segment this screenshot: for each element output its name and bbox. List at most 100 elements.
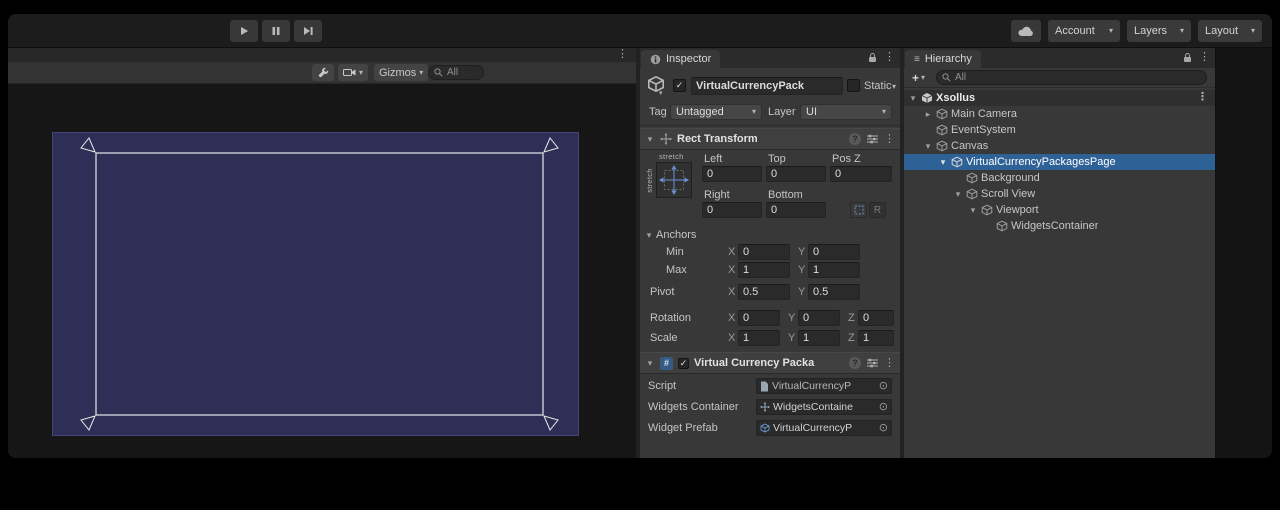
step-button[interactable] — [294, 20, 322, 42]
panel-menu-icon[interactable]: ⋮ — [617, 49, 628, 60]
pause-button[interactable] — [262, 20, 290, 42]
right-label: Right — [704, 189, 730, 201]
lock-icon[interactable] — [1183, 52, 1192, 63]
hierarchy-item-scroll-view[interactable]: ▾ Scroll View — [904, 186, 1215, 202]
foldout-icon[interactable]: ▾ — [953, 189, 963, 200]
foldout-icon[interactable]: ▾ — [908, 93, 918, 104]
hierarchy-tab-label: Hierarchy — [925, 53, 972, 65]
layout-dropdown[interactable]: Layout ▾ — [1198, 20, 1262, 42]
tab-inspector[interactable]: Inspector — [641, 50, 720, 68]
tag-dropdown[interactable]: Untagged ▾ — [670, 104, 762, 120]
pos-z-label: Pos Z — [832, 153, 861, 165]
gameobject-name-field[interactable]: VirtualCurrencyPack — [691, 77, 843, 95]
foldout-icon[interactable]: ▾ — [645, 134, 655, 145]
script-component-title: Virtual Currency Packa — [694, 357, 814, 369]
hierarchy-panel: ≡ Hierarchy ⋮ + ▾ All — [904, 48, 1216, 458]
search-icon — [434, 68, 443, 77]
scale-z-field[interactable]: 1 — [858, 330, 894, 346]
object-picker-icon[interactable]: ⊙ — [879, 402, 888, 413]
check-icon: ✓ — [680, 358, 688, 369]
playmode-controls — [230, 20, 322, 42]
left-field[interactable]: 0 — [702, 166, 762, 182]
anchor-preset-button[interactable]: stretch stretch — [646, 152, 698, 206]
presets-icon[interactable] — [867, 358, 878, 368]
hierarchy-item-xsollus[interactable]: ▾ Xsollus ⋮ — [904, 90, 1215, 106]
scale-y-field[interactable]: 1 — [798, 330, 840, 346]
hierarchy-search-input[interactable]: All — [936, 70, 1207, 85]
help-icon[interactable]: ? — [849, 133, 861, 145]
layer-dropdown[interactable]: UI ▾ — [800, 104, 892, 120]
active-checkbox[interactable]: ✓ — [673, 79, 686, 92]
hierarchy-item-virtualcurrencypackagespage[interactable]: ▾ VirtualCurrencyPackagesPage — [904, 154, 1215, 170]
layers-dropdown[interactable]: Layers ▾ — [1127, 20, 1191, 42]
widgets-container-object-field[interactable]: WidgetsContaine ⊙ — [756, 399, 892, 415]
hierarchy-item-main-camera[interactable]: ▸ Main Camera — [904, 106, 1215, 122]
cloud-button[interactable] — [1011, 20, 1041, 42]
scene-menu-icon[interactable]: ⋮ — [1197, 92, 1208, 103]
anchors-max-y-field[interactable]: 1 — [808, 262, 860, 278]
panel-menu-icon[interactable]: ⋮ — [884, 52, 895, 63]
hierarchy-item-canvas[interactable]: ▾ Canvas — [904, 138, 1215, 154]
anchors-foldout-icon[interactable]: ▾ — [644, 230, 654, 241]
top-field[interactable]: 0 — [766, 166, 826, 182]
tag-value: Untagged — [676, 106, 724, 118]
csharp-script-icon: # — [660, 357, 673, 370]
account-dropdown[interactable]: Account ▾ — [1048, 20, 1120, 42]
bottom-field[interactable]: 0 — [766, 202, 826, 218]
component-menu-icon[interactable]: ⋮ — [884, 358, 895, 369]
static-caret[interactable]: ▾ — [892, 83, 896, 91]
create-object-button[interactable]: + ▾ — [908, 70, 929, 86]
tab-hierarchy[interactable]: ≡ Hierarchy — [905, 50, 981, 68]
lock-icon[interactable] — [868, 52, 877, 63]
static-checkbox[interactable] — [847, 79, 860, 92]
scale-x-field[interactable]: 1 — [738, 330, 780, 346]
presets-icon[interactable] — [867, 134, 878, 144]
right-field[interactable]: 0 — [702, 202, 762, 218]
hierarchy-item-viewport[interactable]: ▾ Viewport — [904, 202, 1215, 218]
hierarchy-item-eventsystem[interactable]: EventSystem — [904, 122, 1215, 138]
search-icon — [942, 73, 951, 82]
pivot-x-field[interactable]: 0.5 — [738, 284, 790, 300]
hierarchy-item-widgetscontainer[interactable]: WidgetsContainer — [904, 218, 1215, 234]
camera-dropdown[interactable]: ▾ — [338, 64, 368, 81]
help-icon[interactable]: ? — [849, 357, 861, 369]
component-enabled-checkbox[interactable]: ✓ — [678, 358, 689, 369]
panel-menu-icon[interactable]: ⋮ — [1199, 52, 1210, 63]
blueprint-mode-button[interactable] — [850, 202, 867, 218]
anchor-handle-bottom-right — [544, 416, 558, 430]
anchors-max-x-field[interactable]: 1 — [738, 262, 790, 278]
scene-search-input[interactable]: All — [428, 65, 484, 80]
anchors-min-x-field[interactable]: 0 — [738, 244, 790, 260]
play-icon — [238, 25, 250, 37]
rotation-y-field[interactable]: 0 — [798, 310, 840, 326]
foldout-icon[interactable]: ▾ — [645, 358, 655, 369]
foldout-icon[interactable]: ▾ — [968, 205, 978, 216]
play-button[interactable] — [230, 20, 258, 42]
widget-prefab-object-field[interactable]: VirtualCurrencyP ⊙ — [756, 420, 892, 436]
y-prefix: Y — [798, 286, 805, 298]
pivot-y-field[interactable]: 0.5 — [808, 284, 860, 300]
tools-button[interactable] — [312, 64, 334, 81]
script-object-field[interactable]: VirtualCurrencyP ⊙ — [756, 378, 892, 394]
component-menu-icon[interactable]: ⋮ — [884, 134, 895, 145]
raw-edit-button[interactable]: R — [869, 202, 886, 218]
scene-viewport[interactable] — [8, 84, 636, 458]
pivot-label: Pivot — [650, 286, 674, 298]
bottom-label: Bottom — [768, 189, 803, 201]
gizmos-dropdown[interactable]: Gizmos ▾ — [374, 64, 428, 81]
foldout-icon[interactable]: ▾ — [923, 141, 933, 152]
anchors-min-y-field[interactable]: 0 — [808, 244, 860, 260]
rotation-x-field[interactable]: 0 — [738, 310, 780, 326]
foldout-icon[interactable]: ▾ — [938, 157, 948, 168]
x-prefix: X — [728, 246, 735, 258]
pos-z-field[interactable]: 0 — [830, 166, 892, 182]
hierarchy-item-background[interactable]: Background — [904, 170, 1215, 186]
gameobject-icon — [951, 156, 963, 168]
rotation-z-field[interactable]: 0 — [858, 310, 894, 326]
object-picker-icon[interactable]: ⊙ — [879, 423, 888, 434]
gameobject-icon-caret[interactable]: ▾ — [659, 90, 663, 97]
prefab-cube-icon — [760, 423, 770, 433]
foldout-icon[interactable]: ▸ — [923, 109, 933, 120]
object-picker-icon[interactable]: ⊙ — [879, 381, 888, 392]
rect-transform-ref-icon — [760, 402, 770, 412]
